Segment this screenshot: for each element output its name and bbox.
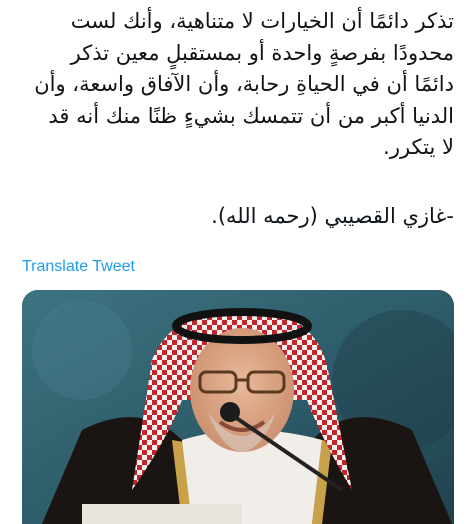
tweet-text-line: لا يتكرر. [383,135,454,159]
tweet-text-line: تذكر دائمًا أن الخيارات لا متناهية، وأنك… [70,9,454,33]
tweet-attribution: -غازي القصيبي (رحمه الله). [211,204,454,228]
tweet-text: تذكر دائمًا أن الخيارات لا متناهية، وأنك… [22,6,454,164]
translate-tweet-link[interactable]: Translate Tweet [22,258,135,276]
tweet: تذكر دائمًا أن الخيارات لا متناهية، وأنك… [0,0,474,524]
tweet-media-image[interactable] [22,290,454,524]
portrait-photo [22,290,454,524]
tweet-text-line: محدودًا بفرصةٍ واحدة أو بمستقبلٍ معين تذ… [70,40,454,65]
tweet-text-line: دائمًا أن في الحياةِ رحابة، وأن الآفاق و… [34,72,454,96]
tweet-text-line: الدنيا أكبر من أن تتمسك بشيءٍ ظنًا منك أ… [48,103,454,128]
